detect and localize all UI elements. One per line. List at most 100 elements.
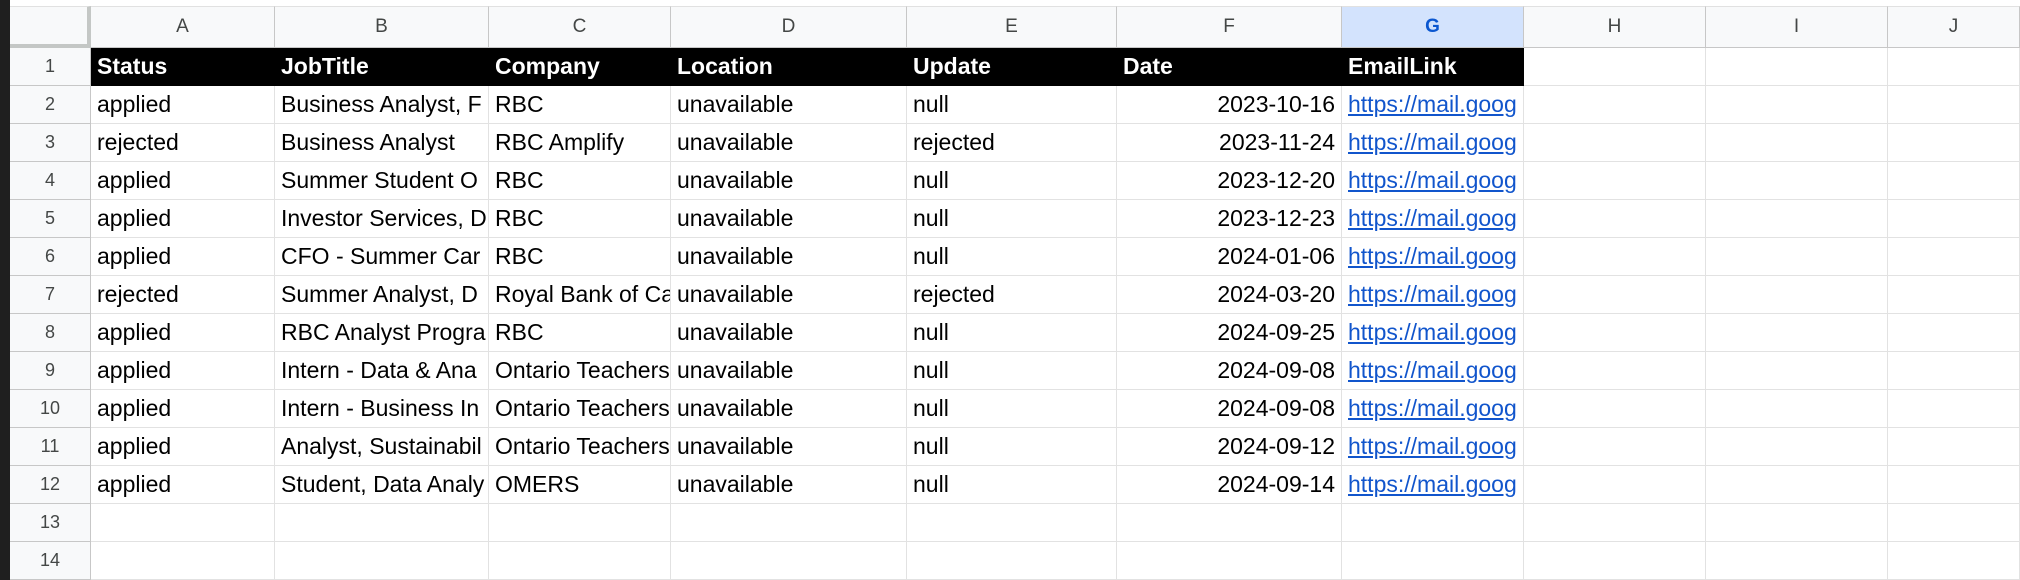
empty-cell[interactable] xyxy=(91,542,275,580)
data-cell[interactable]: applied xyxy=(91,200,275,238)
email-link-cell[interactable]: https://mail.goog xyxy=(1342,276,1524,314)
data-cell[interactable]: Investor Services, D xyxy=(275,200,489,238)
data-cell[interactable]: unavailable xyxy=(671,86,907,124)
email-link-cell[interactable]: https://mail.goog xyxy=(1342,200,1524,238)
row-header-8[interactable]: 8 xyxy=(10,314,91,352)
empty-cell[interactable] xyxy=(671,504,907,542)
empty-cell[interactable] xyxy=(275,542,489,580)
data-cell[interactable]: 2023-12-23 xyxy=(1117,200,1342,238)
header-cell-b[interactable]: JobTitle xyxy=(275,48,489,86)
header-cell-c[interactable]: Company xyxy=(489,48,671,86)
data-cell[interactable]: unavailable xyxy=(671,200,907,238)
empty-cell[interactable] xyxy=(489,504,671,542)
empty-cell[interactable] xyxy=(1888,86,2020,124)
data-cell[interactable]: null xyxy=(907,86,1117,124)
data-cell[interactable]: 2023-12-20 xyxy=(1117,162,1342,200)
empty-cell[interactable] xyxy=(1888,466,2020,504)
data-cell[interactable]: 2023-11-24 xyxy=(1117,124,1342,162)
row-header-4[interactable]: 4 xyxy=(10,162,91,200)
data-cell[interactable]: applied xyxy=(91,162,275,200)
empty-cell[interactable] xyxy=(1888,314,2020,352)
cell-i1[interactable] xyxy=(1706,48,1888,86)
column-header-g[interactable]: G xyxy=(1342,6,1524,48)
data-cell[interactable]: applied xyxy=(91,390,275,428)
data-cell[interactable]: null xyxy=(907,314,1117,352)
select-all-corner[interactable] xyxy=(10,6,91,48)
data-cell[interactable]: Summer Student O xyxy=(275,162,489,200)
column-header-e[interactable]: E xyxy=(907,6,1117,48)
email-link-cell[interactable]: https://mail.goog xyxy=(1342,466,1524,504)
column-header-h[interactable]: H xyxy=(1524,6,1706,48)
header-cell-f[interactable]: Date xyxy=(1117,48,1342,86)
data-cell[interactable]: RBC xyxy=(489,162,671,200)
data-cell[interactable]: Student, Data Analy xyxy=(275,466,489,504)
email-link-cell[interactable]: https://mail.goog xyxy=(1342,124,1524,162)
data-cell[interactable]: Ontario Teachers xyxy=(489,352,671,390)
data-cell[interactable]: unavailable xyxy=(671,314,907,352)
data-cell[interactable]: Ontario Teachers xyxy=(489,390,671,428)
empty-cell[interactable] xyxy=(1706,86,1888,124)
data-cell[interactable]: null xyxy=(907,238,1117,276)
data-cell[interactable]: null xyxy=(907,162,1117,200)
empty-cell[interactable] xyxy=(1524,390,1706,428)
row-header-9[interactable]: 9 xyxy=(10,352,91,390)
data-cell[interactable]: unavailable xyxy=(671,238,907,276)
empty-cell[interactable] xyxy=(1524,314,1706,352)
empty-cell[interactable] xyxy=(1117,504,1342,542)
empty-cell[interactable] xyxy=(1117,542,1342,580)
data-cell[interactable]: 2024-09-12 xyxy=(1117,428,1342,466)
data-cell[interactable]: 2024-09-08 xyxy=(1117,390,1342,428)
empty-cell[interactable] xyxy=(489,542,671,580)
empty-cell[interactable] xyxy=(671,542,907,580)
empty-cell[interactable] xyxy=(1706,238,1888,276)
empty-cell[interactable] xyxy=(1706,162,1888,200)
data-cell[interactable]: Intern - Business In xyxy=(275,390,489,428)
row-header-7[interactable]: 7 xyxy=(10,276,91,314)
empty-cell[interactable] xyxy=(1342,542,1524,580)
empty-cell[interactable] xyxy=(1706,428,1888,466)
row-header-12[interactable]: 12 xyxy=(10,466,91,504)
data-cell[interactable]: null xyxy=(907,466,1117,504)
data-cell[interactable]: rejected xyxy=(907,276,1117,314)
empty-cell[interactable] xyxy=(1524,124,1706,162)
empty-cell[interactable] xyxy=(1524,428,1706,466)
column-header-a[interactable]: A xyxy=(91,6,275,48)
data-cell[interactable]: unavailable xyxy=(671,276,907,314)
data-cell[interactable]: 2024-09-08 xyxy=(1117,352,1342,390)
row-header-2[interactable]: 2 xyxy=(10,86,91,124)
empty-cell[interactable] xyxy=(1706,276,1888,314)
empty-cell[interactable] xyxy=(1888,390,2020,428)
data-cell[interactable]: null xyxy=(907,428,1117,466)
email-link-cell[interactable]: https://mail.goog xyxy=(1342,86,1524,124)
header-cell-d[interactable]: Location xyxy=(671,48,907,86)
empty-cell[interactable] xyxy=(275,504,489,542)
data-cell[interactable]: Ontario Teachers xyxy=(489,428,671,466)
data-cell[interactable]: applied xyxy=(91,428,275,466)
data-cell[interactable]: rejected xyxy=(91,276,275,314)
data-cell[interactable]: Summer Analyst, D xyxy=(275,276,489,314)
data-cell[interactable]: RBC xyxy=(489,86,671,124)
column-header-j[interactable]: J xyxy=(1888,6,2020,48)
data-cell[interactable]: Business Analyst xyxy=(275,124,489,162)
data-cell[interactable]: RBC xyxy=(489,314,671,352)
data-cell[interactable]: applied xyxy=(91,314,275,352)
email-link-cell[interactable]: https://mail.goog xyxy=(1342,352,1524,390)
data-cell[interactable]: applied xyxy=(91,238,275,276)
data-cell[interactable]: Business Analyst, F xyxy=(275,86,489,124)
data-cell[interactable]: 2023-10-16 xyxy=(1117,86,1342,124)
row-header-3[interactable]: 3 xyxy=(10,124,91,162)
empty-cell[interactable] xyxy=(1524,238,1706,276)
empty-cell[interactable] xyxy=(907,542,1117,580)
empty-cell[interactable] xyxy=(1524,86,1706,124)
row-header-6[interactable]: 6 xyxy=(10,238,91,276)
data-cell[interactable]: rejected xyxy=(907,124,1117,162)
row-header-1[interactable]: 1 xyxy=(10,48,91,86)
column-header-b[interactable]: B xyxy=(275,6,489,48)
column-header-d[interactable]: D xyxy=(671,6,907,48)
empty-cell[interactable] xyxy=(1706,314,1888,352)
data-cell[interactable]: null xyxy=(907,352,1117,390)
data-cell[interactable]: unavailable xyxy=(671,390,907,428)
email-link-cell[interactable]: https://mail.goog xyxy=(1342,428,1524,466)
data-cell[interactable]: unavailable xyxy=(671,162,907,200)
row-header-14[interactable]: 14 xyxy=(10,542,91,580)
